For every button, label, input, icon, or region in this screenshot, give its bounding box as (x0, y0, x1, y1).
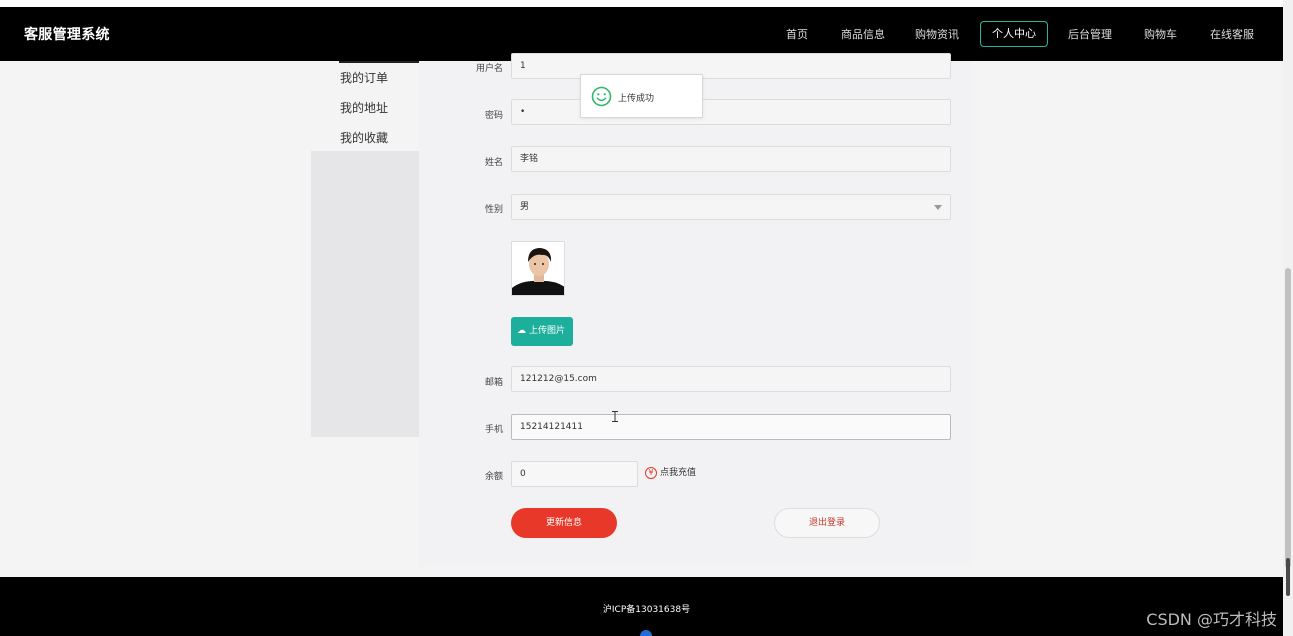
smile-icon (591, 86, 612, 107)
nav-admin[interactable]: 后台管理 (1068, 26, 1112, 42)
chevron-down-icon (934, 205, 942, 210)
sidebar-item-favorites[interactable]: 我的收藏 (340, 129, 388, 146)
yen-icon: ¥ (645, 466, 657, 479)
gender-select[interactable]: 男 (511, 194, 951, 220)
recharge-link[interactable]: ¥ 点我充值 (645, 465, 696, 479)
footer-dot-icon (640, 630, 652, 636)
email-label: 邮箱 (484, 378, 503, 388)
username-field[interactable]: 1 (511, 53, 951, 79)
nav-products[interactable]: 商品信息 (841, 26, 885, 42)
scrollbar-thumb[interactable] (1285, 268, 1291, 568)
sidebar: 我的订单 我的地址 我的收藏 (311, 61, 419, 437)
nav-home[interactable]: 首页 (786, 26, 808, 42)
cloud-upload-icon: ☁ (517, 326, 526, 336)
password-label: 密码 (484, 111, 503, 121)
upload-success-toast: 上传成功 (580, 74, 703, 118)
sidebar-menu: 我的订单 我的地址 我的收藏 (311, 61, 419, 151)
scrollbar-marker (1286, 558, 1290, 596)
toast-message: 上传成功 (618, 94, 655, 104)
name-field[interactable]: 李铭 (511, 146, 951, 172)
sidebar-divider (339, 61, 419, 63)
top-strip (0, 0, 1293, 7)
avatar (511, 241, 565, 296)
password-field[interactable]: • (511, 99, 951, 125)
nav-news[interactable]: 购物资讯 (915, 26, 959, 42)
sidebar-item-address[interactable]: 我的地址 (340, 99, 388, 116)
icp-record[interactable]: 沪ICP备13031638号 (0, 602, 1293, 615)
username-label: 用户名 (475, 64, 503, 74)
nav-customer-service[interactable]: 在线客服 (1210, 26, 1254, 42)
avatar-photo (512, 242, 564, 295)
update-info-button[interactable]: 更新信息 (511, 508, 617, 538)
page-scrollbar[interactable] (1283, 0, 1293, 636)
balance-label: 余额 (484, 472, 503, 482)
gender-selected-value: 男 (520, 202, 530, 212)
nav-personal-center[interactable]: 个人中心 (980, 21, 1048, 47)
email-field[interactable]: 121212@15.com (511, 366, 951, 392)
balance-field[interactable]: 0 (511, 461, 638, 487)
sidebar-item-orders[interactable]: 我的订单 (340, 69, 388, 86)
upload-image-button[interactable]: ☁ 上传图片 (511, 317, 573, 346)
nav-cart[interactable]: 购物车 (1144, 26, 1177, 42)
logout-button[interactable]: 退出登录 (774, 508, 880, 538)
upload-image-label: 上传图片 (529, 326, 566, 336)
profile-form-panel: 用户名 1 密码 • 姓名 李铭 性别 男 ☁ 上传图片 邮箱 121212@15… (419, 53, 972, 567)
text-cursor-icon (612, 411, 618, 422)
name-label: 姓名 (484, 158, 503, 168)
phone-field[interactable]: 15214121411 (511, 414, 951, 440)
watermark: CSDN @巧才科技 (1146, 610, 1277, 629)
phone-label: 手机 (484, 425, 503, 435)
recharge-label: 点我充值 (660, 468, 697, 478)
footer: 沪ICP备13031638号 (0, 577, 1283, 636)
gender-label: 性别 (484, 205, 503, 215)
